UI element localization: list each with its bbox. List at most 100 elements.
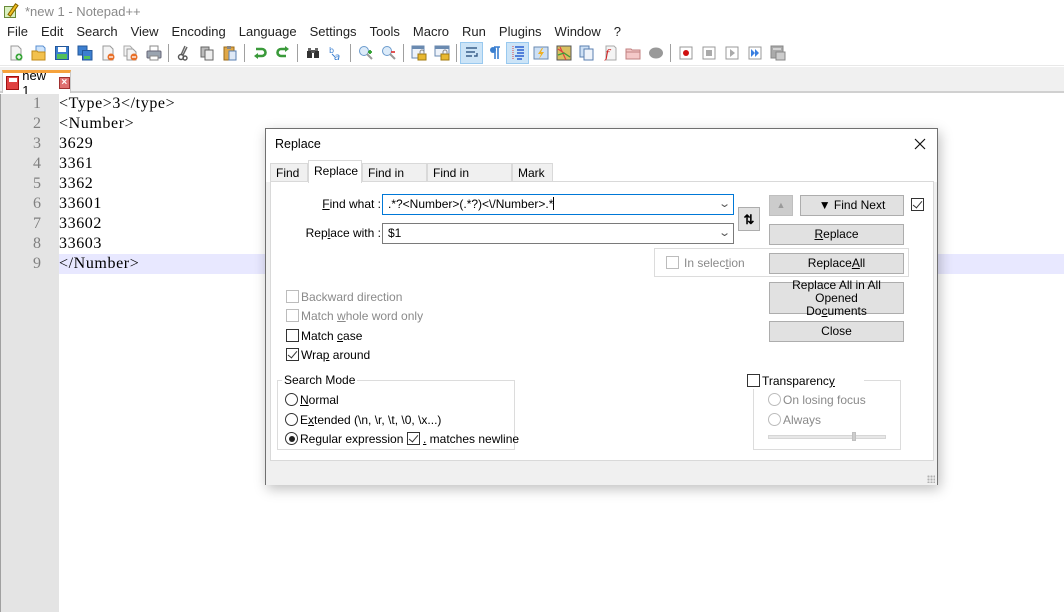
extended-mode-label: Extended (\n, \r, \t, \0, \x...) [300, 413, 442, 427]
find-previous-button[interactable]: ▲ [769, 195, 793, 216]
dialog-close-button[interactable] [909, 133, 931, 155]
line-text: 3629 [59, 135, 94, 152]
menu-tools[interactable]: Tools [363, 24, 406, 39]
always-label: Always [783, 413, 822, 427]
save-icon [54, 46, 69, 60]
save-all-button[interactable] [73, 42, 96, 64]
function-list-button[interactable]: f [598, 42, 621, 64]
folder-as-workspace-button[interactable] [621, 42, 644, 64]
open-file-button[interactable] [27, 42, 50, 64]
menu-language[interactable]: Language [232, 24, 303, 39]
menu-settings[interactable]: Settings [303, 24, 363, 39]
tab-replace[interactable]: Replace [308, 160, 362, 183]
tab-new-1[interactable]: new 1 × [2, 68, 71, 98]
menu-run[interactable]: Run [456, 24, 493, 39]
stop-recording-button[interactable] [697, 42, 720, 64]
document-map-button[interactable] [552, 42, 575, 64]
normal-mode-radio[interactable] [285, 393, 298, 406]
sync-horizontal-button[interactable] [430, 42, 453, 64]
print-button[interactable] [142, 42, 165, 64]
close-tab-icon[interactable]: × [58, 77, 70, 89]
transparency-slider[interactable] [768, 435, 886, 439]
stay-on-top-checkbox[interactable] [911, 198, 924, 211]
wrap-around-checkbox[interactable] [286, 348, 299, 361]
play-macro-button[interactable] [720, 42, 743, 64]
match-case-checkbox[interactable] [286, 329, 299, 342]
monitoring-button[interactable] [644, 42, 667, 64]
zoom-in-button[interactable] [354, 42, 377, 64]
menu-edit[interactable]: Edit [34, 24, 69, 39]
find-next-button[interactable]: ▼ Find Next [800, 195, 904, 216]
copy-button[interactable] [195, 42, 218, 64]
line-number: 1 [33, 95, 41, 112]
line-text: 3362 [59, 175, 94, 192]
close-dialog-button[interactable]: Close [769, 321, 904, 342]
redo-button[interactable] [271, 42, 294, 64]
chevron-down-icon[interactable]: ⌄ [718, 197, 731, 210]
matches-newline-checkbox[interactable] [407, 432, 420, 445]
editor-line[interactable]: 1 <Type>3</type> [1, 94, 1064, 114]
on-losing-focus-radio[interactable] [768, 393, 781, 406]
match-case-label: Match case [301, 329, 363, 343]
menu-search[interactable]: Search [70, 24, 124, 39]
menu-encoding[interactable]: Encoding [165, 24, 232, 39]
swap-find-replace-button[interactable]: ⇅ [738, 207, 760, 231]
stop-recording-icon [702, 46, 715, 60]
dialog-title-bar: Replace [266, 129, 937, 160]
regular-expression-radio[interactable] [285, 432, 298, 445]
zoom-out-button[interactable] [377, 42, 400, 64]
replace-with-input[interactable]: $1 ⌄ [382, 223, 734, 244]
replace-all-in-opened-documents-button[interactable]: Replace All in All Opened Documents [769, 278, 904, 317]
find-what-input[interactable]: .*?<Number>(.*?)<\/Number>.* ⌄ [382, 194, 734, 215]
user-defined-language-button[interactable] [529, 42, 552, 64]
in-selection-checkbox[interactable] [666, 256, 679, 269]
find-button[interactable] [301, 42, 324, 64]
play-macro-icon [725, 46, 738, 60]
tab-find-in-files[interactable]: Find in Files [362, 163, 427, 194]
match-whole-word-checkbox[interactable] [286, 309, 299, 322]
search-mode-title: Search Mode [282, 373, 358, 387]
indent-guide-icon [512, 46, 524, 60]
extended-mode-radio[interactable] [285, 413, 298, 426]
close-button[interactable] [96, 42, 119, 64]
indent-guide-button[interactable] [506, 42, 529, 64]
menu-bar: File Edit Search View Encoding Language … [0, 22, 1064, 41]
backward-direction-checkbox[interactable] [286, 290, 299, 303]
menu-plugins[interactable]: Plugins [492, 24, 548, 39]
monitoring-icon [648, 47, 663, 59]
menu-help[interactable]: ? [607, 24, 627, 39]
word-wrap-button[interactable] [460, 42, 483, 64]
new-file-button[interactable] [4, 42, 27, 64]
menu-window[interactable]: Window [548, 24, 607, 39]
resize-grip-icon[interactable] [927, 475, 935, 483]
notepad-plus-plus-window: *new 1 - Notepad++ File Edit Search View… [0, 0, 1064, 612]
undo-button[interactable] [248, 42, 271, 64]
paste-button[interactable] [218, 42, 241, 64]
always-radio[interactable] [768, 413, 781, 426]
document-list-button[interactable] [575, 42, 598, 64]
menu-file[interactable]: File [0, 24, 34, 39]
menu-view[interactable]: View [124, 24, 165, 39]
replace-all-button[interactable]: Replace All [769, 253, 904, 274]
menu-macro[interactable]: Macro [406, 24, 455, 39]
transparency-checkbox[interactable] [747, 374, 760, 387]
notepad-plus-plus-icon [3, 3, 19, 19]
show-all-chars-icon [489, 46, 500, 59]
record-macro-button[interactable] [674, 42, 697, 64]
save-macro-button[interactable] [766, 42, 789, 64]
save-button[interactable] [50, 42, 73, 64]
replace-button[interactable]: ba [324, 42, 347, 64]
tab-find-in-projects[interactable]: Find in Projects [427, 163, 512, 194]
line-text: 3361 [59, 155, 94, 172]
cut-button[interactable] [172, 42, 195, 64]
sync-vertical-button[interactable] [407, 42, 430, 64]
find-what-value: .*?<Number>(.*?)<\/Number>.* [388, 197, 554, 211]
transparency-slider-thumb[interactable] [852, 432, 857, 441]
replace-button[interactable]: Replace [769, 224, 904, 245]
tab-find[interactable]: Find [270, 163, 308, 182]
show-all-chars-button[interactable] [483, 42, 506, 64]
run-macro-multiple-button[interactable] [743, 42, 766, 64]
tab-mark[interactable]: Mark [512, 163, 553, 182]
chevron-down-icon[interactable]: ⌄ [718, 226, 731, 239]
close-all-button[interactable] [119, 42, 142, 64]
